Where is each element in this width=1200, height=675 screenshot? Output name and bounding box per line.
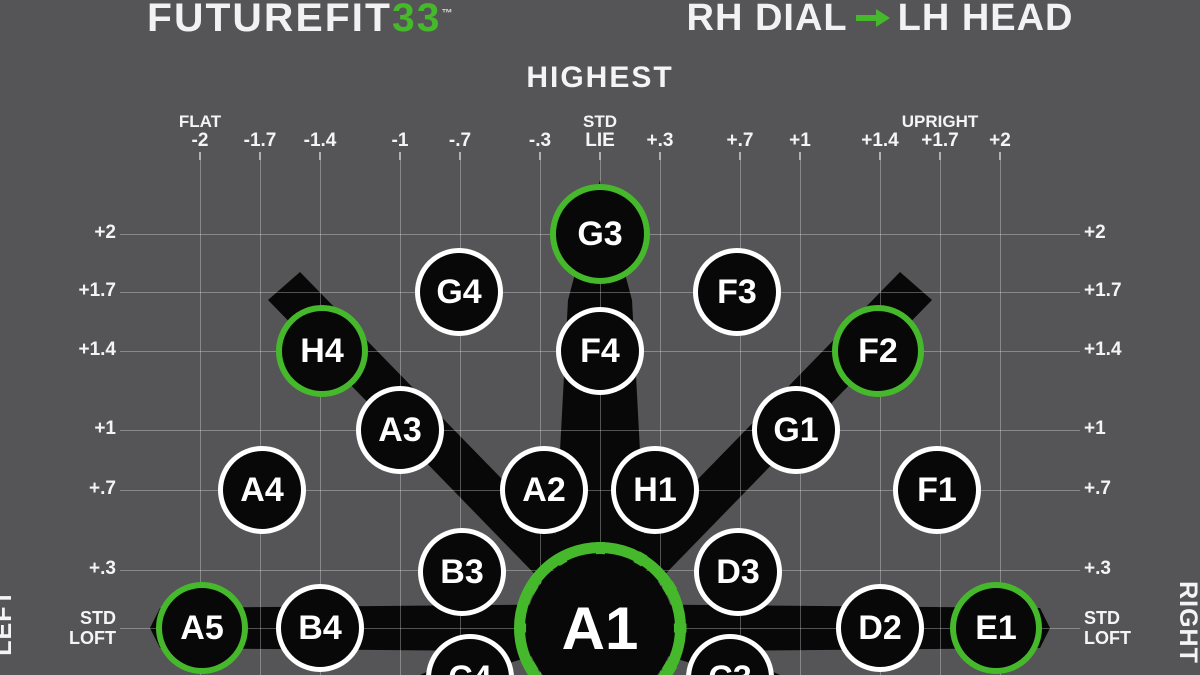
gridline-horizontal: [120, 430, 1080, 431]
x-tickmark: [939, 152, 941, 160]
x-tickmark: [999, 152, 1001, 160]
futurefit-logo: FUTUREFIT33™: [0, 0, 600, 40]
arrow-right-icon: [855, 7, 890, 29]
x-tickmark: [659, 152, 661, 160]
y-axis-tick-left: +1.7: [78, 280, 116, 301]
setting-node-g3[interactable]: G3: [550, 184, 650, 284]
setting-node-a5[interactable]: A5: [156, 582, 248, 674]
y-axis-tick-right: STD LOFT: [1084, 608, 1170, 648]
setting-node-a2[interactable]: A2: [500, 446, 588, 534]
y-axis-tick-caption: LOFT: [1084, 628, 1131, 648]
x-axis-tick-value: -.7: [448, 130, 472, 151]
y-axis-tick-right: +2: [1084, 222, 1106, 243]
x-axis-tick-spacer: [760, 112, 840, 131]
setting-node-e1[interactable]: E1: [950, 582, 1042, 674]
x-tickmark: [879, 152, 881, 160]
x-axis-tick-value: +.3: [646, 130, 674, 151]
setting-node-d3[interactable]: D3: [694, 528, 782, 616]
setting-node-b3[interactable]: B3: [418, 528, 506, 616]
axis-caption-right: RIGHT: [1173, 581, 1200, 664]
y-axis-tick-left: STD LOFT: [40, 608, 116, 648]
x-axis-tick: +.3: [620, 112, 700, 150]
setting-node-h4[interactable]: H4: [276, 305, 368, 397]
y-axis-tick-caption: LOFT: [69, 628, 116, 648]
y-axis-tick-left: +.7: [89, 478, 116, 499]
y-axis-tick-left: +2: [94, 222, 116, 243]
x-tickmark: [319, 152, 321, 160]
setting-node-f3[interactable]: F3: [693, 248, 781, 336]
setting-node-h1[interactable]: H1: [611, 446, 699, 534]
x-axis-tick: -.7: [420, 112, 500, 150]
y-axis-tick-right: +1.4: [1084, 339, 1122, 360]
setting-node-g1[interactable]: G1: [752, 386, 840, 474]
x-tickmark: [739, 152, 741, 160]
gridline-vertical: [940, 160, 941, 675]
trademark-icon: ™: [441, 7, 453, 20]
y-axis-tick-left: +.3: [89, 558, 116, 579]
x-tickmark: [259, 152, 261, 160]
setting-node-b4[interactable]: B4: [276, 584, 364, 672]
y-axis-tick-right: +.7: [1084, 478, 1111, 499]
x-axis-tick-value: -1.4: [303, 130, 337, 151]
setting-node-f4[interactable]: F4: [556, 307, 644, 395]
x-axis-tick-value: +1: [789, 130, 811, 151]
x-axis-tick-spacer: [280, 112, 360, 131]
axis-caption-left: LEFT: [0, 589, 17, 656]
y-axis-tick-right: +1.7: [1084, 280, 1122, 301]
x-tickmark: [539, 152, 541, 160]
dial-head-headline: RH DIAL LH HEAD: [600, 0, 1160, 40]
x-axis-tick-spacer: [420, 112, 500, 131]
futurefit-settings-chart: FUTUREFIT33™ RH DIAL LH HEAD HIGHEST LEF…: [0, 0, 1200, 675]
y-axis-tick-caption: STD: [80, 608, 116, 628]
x-tickmark: [199, 152, 201, 160]
gridline-horizontal: [120, 292, 1080, 293]
page-title: HIGHEST: [526, 61, 674, 94]
x-tickmark: [459, 152, 461, 160]
y-axis-tick-left: +1: [94, 418, 116, 439]
x-axis-tick: -1.4: [280, 112, 360, 150]
setting-node-g4[interactable]: G4: [415, 248, 503, 336]
logo-main-text: FUTUREFIT: [147, 0, 393, 40]
x-tickmark: [399, 152, 401, 160]
x-axis-tick-spacer: [620, 112, 700, 131]
headline-right-text: LH HEAD: [897, 0, 1074, 39]
x-axis-tick-spacer: [960, 112, 1040, 131]
x-axis-tick: +1: [760, 112, 840, 150]
setting-node-f1[interactable]: F1: [893, 446, 981, 534]
setting-node-a3[interactable]: A3: [356, 386, 444, 474]
setting-node-f2[interactable]: F2: [832, 305, 924, 397]
x-tickmark: [799, 152, 801, 160]
logo-accent-text: 33: [392, 0, 442, 40]
x-axis-tick-value: +2: [989, 130, 1011, 151]
setting-node-d2[interactable]: D2: [836, 584, 924, 672]
y-axis-tick-right: +1: [1084, 418, 1106, 439]
headline-left-text: RH DIAL: [686, 0, 848, 39]
y-axis-tick-left: +1.4: [78, 339, 116, 360]
y-axis-tick-right: +.3: [1084, 558, 1111, 579]
x-axis-tick: +2: [960, 112, 1040, 150]
x-tickmark: [599, 152, 601, 160]
y-axis-tick-caption: STD: [1084, 608, 1120, 628]
gridline-vertical: [260, 160, 261, 675]
setting-node-a4[interactable]: A4: [218, 446, 306, 534]
